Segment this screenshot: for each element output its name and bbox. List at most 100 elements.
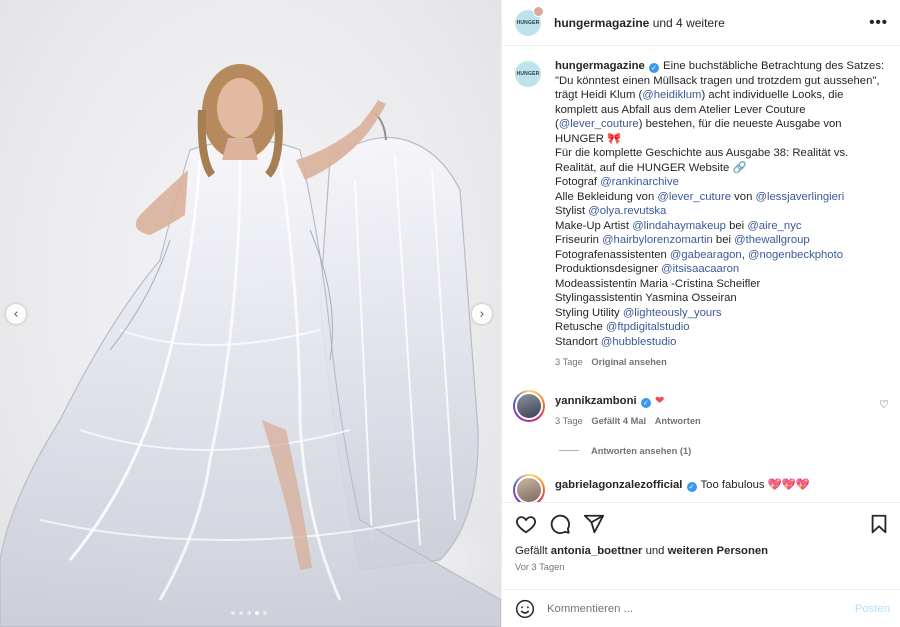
add-comment-bar: Posten [502, 589, 900, 627]
mention-link[interactable]: @rankinarchive [600, 176, 679, 188]
mention-link[interactable]: @lever_cuture [657, 191, 731, 203]
comments-scroll-area[interactable]: HUNGER hungermagazine ✓ Eine buchstäblic… [502, 47, 900, 502]
comment-icon[interactable] [549, 513, 571, 535]
header-username[interactable]: hungermagazine [554, 16, 649, 30]
likes-others[interactable]: weiteren Personen [668, 545, 768, 557]
likes-summary[interactable]: Gefällt antonia_boettner und weiteren Pe… [502, 545, 900, 557]
emoji-icon[interactable] [515, 599, 535, 619]
carousel-dot [255, 611, 259, 615]
verified-badge-icon: ✓ [640, 397, 651, 408]
mention-link[interactable]: @itsisaacaaron [661, 263, 739, 275]
post-header: HUNGER hungermagazine und 4 weitere ••• [502, 0, 900, 46]
caption-line: komplett aus Abfall aus dem Atelier Leve… [555, 103, 806, 116]
carousel-indicator [231, 611, 267, 615]
mention-link[interactable]: @nogenbeckphoto [748, 249, 843, 261]
comment-meta: 3 Tage Gefällt 4 Mal Antworten [555, 416, 879, 426]
post-caption: HUNGER hungermagazine ✓ Eine buchstäblic… [502, 47, 900, 370]
carousel-dot [231, 611, 235, 615]
likes-mid: und [645, 545, 665, 557]
comment-input[interactable] [547, 603, 855, 615]
view-replies-button[interactable]: Antworten ansehen (1) [502, 446, 900, 456]
comment-item: yannikzamboni ✓ ❤ 3 Tage Gefällt 4 Mal A… [502, 389, 900, 426]
post-actions-section: Gefällt antonia_boettner und weiteren Pe… [502, 502, 900, 627]
comment-body: yannikzamboni ✓ ❤ 3 Tage Gefällt 4 Mal A… [555, 390, 879, 426]
credit-line: Stylist @olya.revutska [555, 204, 889, 219]
mention-link[interactable]: @hairbylorenzomartin [602, 234, 713, 246]
likes-user[interactable]: antonia_boettner [551, 545, 643, 557]
credit-label: Alle Bekleidung von [555, 190, 658, 203]
caption-text: hungermagazine ✓ Eine buchstäbliche Betr… [555, 59, 889, 370]
mention-link[interactable]: @hubblestudio [601, 336, 677, 348]
comment-username[interactable]: yannikzamboni [555, 395, 637, 407]
comment-likes[interactable]: Gefällt 4 Mal [591, 416, 646, 426]
post-media[interactable]: ‹ › [0, 0, 501, 627]
header-collaborators[interactable]: und 4 weitere [653, 16, 725, 30]
paper-plane-icon[interactable] [583, 513, 605, 535]
mention-link[interactable]: @thewallgroup [734, 234, 810, 246]
commenter-avatar[interactable] [513, 389, 545, 422]
caption-username[interactable]: hungermagazine [555, 60, 645, 72]
mention-link[interactable]: @lever_couture [559, 118, 639, 130]
avatar-logo-text: HUNGER [516, 71, 540, 77]
mention-link[interactable]: @olya.revutska [588, 205, 666, 217]
credit-label: Friseurin [555, 234, 603, 246]
post-photo [0, 64, 501, 627]
carousel-prev-button[interactable]: ‹ [6, 304, 26, 324]
credit-label: Fotografenassistenten [555, 248, 670, 261]
credit-line: Make-Up Artist @lindahaymakeup bei @aire… [555, 219, 889, 234]
comment-text: Too fabulous [700, 478, 765, 491]
carousel-next-button[interactable]: › [472, 304, 492, 324]
see-original-button[interactable]: Original ansehen [591, 357, 666, 367]
mention-link[interactable]: @lighteously_yours [623, 307, 722, 319]
commenter-avatar[interactable] [513, 473, 545, 502]
heart-outline-icon[interactable] [515, 513, 537, 535]
comment-text: ❤ [654, 393, 665, 407]
credit-label: Modeassistentin Maria -Cristina Scheifle… [555, 277, 761, 290]
credit-label: Produktionsdesigner [555, 263, 662, 275]
bookmark-icon[interactable] [868, 513, 890, 535]
credit-line: Standort @hubblestudio [555, 335, 889, 350]
caption-line: "Du könntest einen Müllsack tragen und t… [555, 74, 880, 87]
credit-connector: von [731, 190, 756, 203]
carousel-dot [239, 611, 243, 615]
verified-badge-icon: ✓ [648, 63, 659, 73]
post-comment-button[interactable]: Posten [855, 603, 890, 615]
caption-avatar[interactable]: HUNGER [515, 61, 541, 87]
credit-label: Stylingassistentin Yasmina Osseiran [555, 292, 737, 304]
mention-link[interactable]: @ftpdigitalstudio [606, 321, 690, 333]
mention-link[interactable]: @lindahaymakeup [632, 220, 726, 232]
post-timestamp: Vor 3 Tagen [515, 562, 565, 572]
mention-link[interactable]: @aire_nyc [747, 220, 801, 232]
post-dialog: ‹ › HUNGER hungermagazine und 4 weitere … [0, 0, 900, 627]
mention-link[interactable]: @gabearagon [670, 249, 742, 261]
carousel-dot [247, 611, 251, 615]
collaborator-avatar [533, 5, 544, 17]
credit-line: Produktionsdesigner @itsisaacaaron [555, 262, 889, 277]
credit-line: Fotograf @rankinarchive [555, 175, 889, 190]
credit-connector: bei [712, 234, 735, 246]
caption-line: ) bestehen, für die neueste Ausgabe von [638, 118, 842, 130]
more-options-icon[interactable]: ••• [869, 14, 888, 31]
mention-link[interactable]: @heidiklum [642, 89, 701, 101]
post-sidebar: HUNGER hungermagazine und 4 weitere ••• … [501, 0, 900, 627]
credit-label: Fotograf [555, 176, 601, 188]
caption-time: 3 Tage [555, 357, 583, 367]
credit-label: Standort [555, 335, 601, 348]
avatar[interactable]: HUNGER [515, 5, 544, 36]
comment-username[interactable]: gabrielagonzalezofficial [555, 479, 682, 491]
credits-list: Fotograf @rankinarchive Alle Bekleidung v… [555, 175, 889, 349]
likes-prefix: Gefällt [515, 545, 548, 557]
credit-line: Styling Utility @lighteously_yours [555, 306, 889, 321]
reply-button[interactable]: Antworten [655, 416, 701, 426]
chevron-left-icon: ‹ [13, 306, 19, 322]
caption-line: Realität, auf die HUNGER Website [555, 161, 730, 174]
avatar-logo-text: HUNGER [516, 19, 540, 26]
caption-line: ) acht individuelle Looks, die [701, 89, 844, 101]
mention-link[interactable]: @lessjaverlingieri [756, 191, 845, 203]
credit-label: Retusche [555, 321, 606, 333]
caption-line: Für die komplette Geschichte aus Ausgabe… [555, 147, 849, 159]
credit-line: Alle Bekleidung von @lever_cuture von @l… [555, 190, 889, 205]
comment-item: gabrielagonzalezofficial ✓ Too fabulous … [502, 473, 900, 502]
comment-like-heart-icon[interactable]: ♡ [879, 398, 889, 426]
link-emoji: 🔗 [732, 160, 747, 174]
